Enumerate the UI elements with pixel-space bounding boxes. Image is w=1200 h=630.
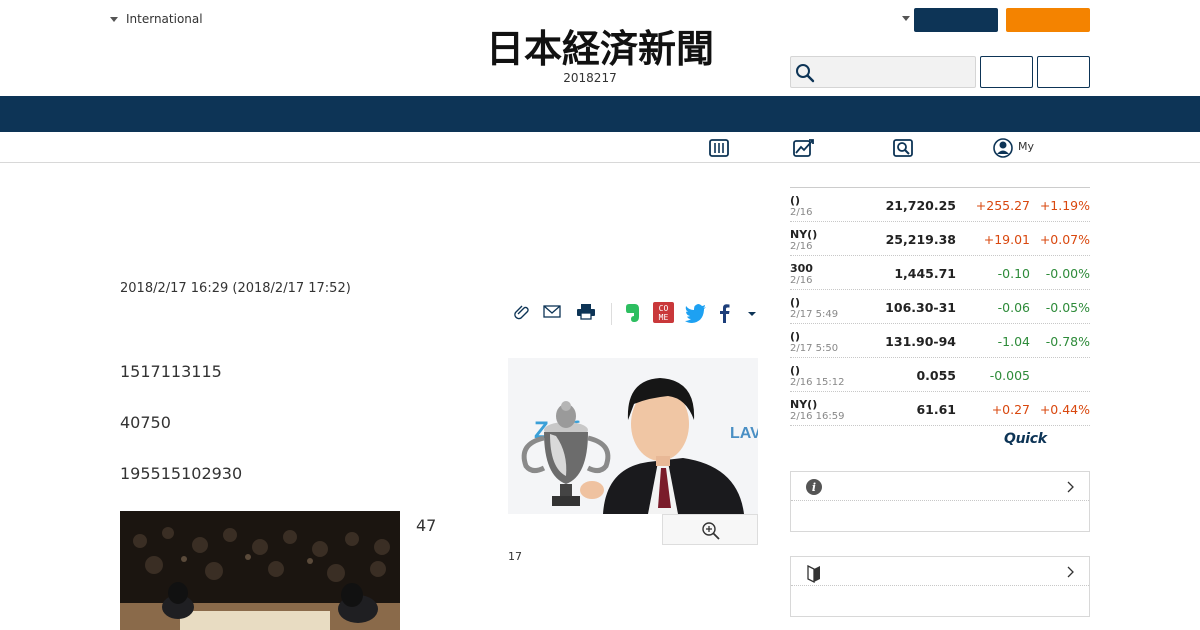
sub-nav: My <box>0 132 1200 163</box>
share-divider <box>611 303 612 325</box>
header-button-1[interactable] <box>980 56 1033 88</box>
market-percent: -0.05% <box>1045 300 1090 315</box>
search-news-icon[interactable] <box>892 137 914 159</box>
market-row[interactable]: () 2/17 5:49 106.30-31 -0.06 -0.05% <box>790 290 1090 324</box>
market-time: 2/17 5:49 <box>790 309 839 320</box>
photo-zoom-button[interactable] <box>662 514 758 545</box>
market-time: 2/16 15:12 <box>790 377 845 388</box>
market-percent: -0.78% <box>1045 334 1090 349</box>
quick-logo[interactable]: Quick <box>1004 431 1047 447</box>
facebook-icon[interactable] <box>716 302 732 324</box>
market-value: 21,720.25 <box>885 198 956 213</box>
info-panel: i <box>790 471 1090 532</box>
main-nav-bar <box>0 96 1200 132</box>
market-time: 2/17 5:50 <box>790 343 839 354</box>
market-table: () 2/16 21,720.25 +255.27 +1.19% NY() 2/… <box>790 187 1090 426</box>
beginner-panel <box>790 556 1090 617</box>
market-percent: +0.07% <box>1039 232 1090 247</box>
market-row[interactable]: () 2/17 5:50 131.90-94 -1.04 -0.78% <box>790 324 1090 358</box>
market-change: -0.005 <box>989 368 1030 383</box>
market-value: 0.055 <box>916 368 956 383</box>
market-row[interactable]: 300 2/16 1,445.71 -0.10 -0.00% <box>790 256 1090 290</box>
evernote-icon[interactable] <box>622 302 642 324</box>
article-side-text: 47 <box>416 516 437 535</box>
more-share-icon[interactable] <box>746 302 758 324</box>
market-name: () <box>790 330 801 343</box>
market-value: 25,219.38 <box>885 232 956 247</box>
market-value: 1,445.71 <box>894 266 956 281</box>
svg-text:i: i <box>812 481 816 494</box>
svg-text:LAV: LAV <box>730 425 758 442</box>
market-name: NY() <box>790 228 818 241</box>
user-avatar-icon[interactable] <box>993 137 1013 159</box>
market-percent: +0.44% <box>1039 402 1090 417</box>
market-row[interactable]: () 2/16 15:12 0.055 -0.005 <box>790 358 1090 392</box>
market-change: +0.27 <box>991 402 1030 417</box>
paper-edition-icon[interactable] <box>708 137 730 159</box>
market-value: 106.30-31 <box>885 300 956 315</box>
subscribe-button[interactable] <box>1006 8 1090 32</box>
market-percent: +1.19% <box>1039 198 1090 213</box>
article-paragraph: 1517113115 <box>120 362 222 381</box>
clip-icon[interactable] <box>512 302 532 322</box>
chevron-right-icon <box>1067 566 1074 578</box>
zoom-in-icon <box>702 522 720 540</box>
market-name: () <box>790 296 801 309</box>
mail-icon[interactable] <box>542 302 562 322</box>
search-icon <box>796 64 815 83</box>
my-page-label[interactable]: My <box>1018 140 1034 153</box>
market-change: -0.10 <box>997 266 1030 281</box>
svg-text:日本経済新聞: 日本経済新聞 <box>486 26 714 68</box>
edition-selector[interactable]: International <box>110 12 203 26</box>
article-date: 2018/2/17 16:29 (2018/2/17 17:52) <box>120 281 351 296</box>
twitter-icon[interactable] <box>684 302 708 324</box>
market-row[interactable]: () 2/16 21,720.25 +255.27 +1.19% <box>790 188 1090 222</box>
chevron-right-icon <box>1067 481 1074 493</box>
share-bar: COME <box>510 300 762 330</box>
market-change: +255.27 <box>975 198 1030 213</box>
market-row[interactable]: NY() 2/16 16:59 61.61 +0.27 +0.44% <box>790 392 1090 426</box>
market-time: 2/16 16:59 <box>790 411 845 422</box>
info-panel-header[interactable]: i <box>791 472 1089 501</box>
header-button-2[interactable] <box>1037 56 1090 88</box>
come-icon[interactable]: COME <box>653 302 674 323</box>
market-name: NY() <box>790 398 818 411</box>
photo-caption: 17 <box>508 550 522 563</box>
market-name: 300 <box>790 262 813 275</box>
beginner-panel-header[interactable] <box>791 557 1089 586</box>
market-percent: -0.00% <box>1045 266 1090 281</box>
market-name: () <box>790 364 801 377</box>
market-value: 131.90-94 <box>885 334 956 349</box>
market-name: () <box>790 194 801 207</box>
beginner-mark-icon <box>807 564 820 583</box>
article-paragraph: 195515102930 <box>120 464 243 483</box>
article-photo-trophy[interactable]: Zoff LAV <box>508 358 758 514</box>
market-change: +19.01 <box>983 232 1030 247</box>
login-button[interactable] <box>914 8 998 32</box>
market-time: 2/16 <box>790 207 813 218</box>
market-time: 2/16 <box>790 275 813 286</box>
info-icon: i <box>806 479 822 495</box>
nikkei-logo[interactable]: 日本経済新聞 <box>452 26 748 68</box>
edition-selector-label: International <box>126 12 203 26</box>
search-input[interactable] <box>790 56 976 88</box>
market-change: -0.06 <box>997 300 1030 315</box>
market-value: 61.61 <box>916 402 956 417</box>
caret-down-icon[interactable] <box>902 16 910 21</box>
article-photo-match[interactable] <box>120 511 400 630</box>
market-row[interactable]: NY() 2/16 25,219.38 +19.01 +0.07% <box>790 222 1090 256</box>
edition-date: 2018217 <box>563 71 617 85</box>
print-icon[interactable] <box>575 302 597 322</box>
market-time: 2/16 <box>790 241 813 252</box>
come-label: COME <box>658 304 669 322</box>
market-change: -1.04 <box>997 334 1030 349</box>
article-paragraph: 40750 <box>120 413 171 432</box>
market-chart-icon[interactable] <box>792 137 816 159</box>
caret-down-icon <box>110 16 118 22</box>
